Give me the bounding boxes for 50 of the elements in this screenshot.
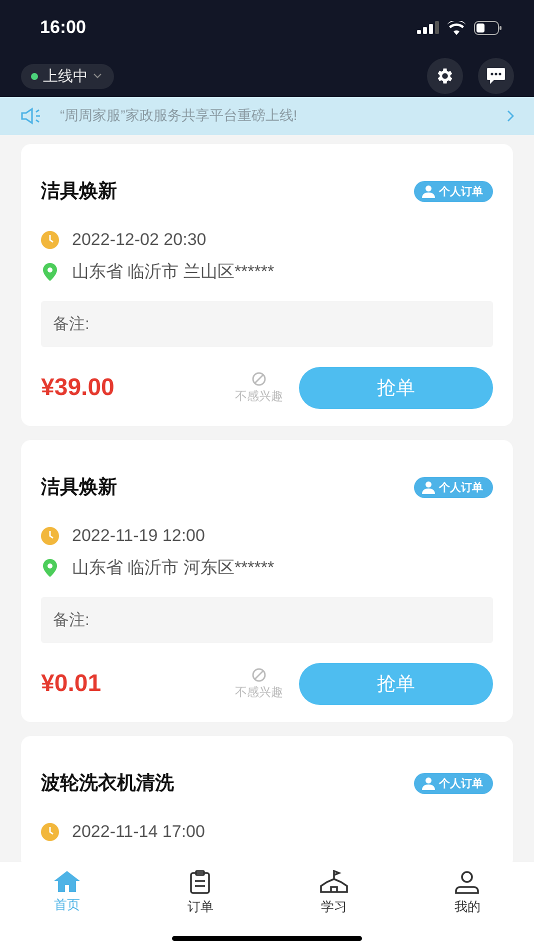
tab-bar-item[interactable]: 学习 (294, 870, 374, 916)
not-interested-label[interactable]: 不感兴趣 (235, 684, 283, 700)
wifi-icon (447, 20, 466, 34)
school-icon (318, 870, 349, 894)
announcement-text: “周周家服”家政服务共享平台重磅上线! (60, 107, 298, 125)
home-icon (52, 870, 81, 892)
order-title: 洁具焕新 (41, 180, 117, 204)
battery-icon (474, 20, 502, 34)
person-icon (422, 776, 435, 790)
grab-order-button[interactable]: 抢单 (299, 663, 493, 705)
person-icon (422, 184, 435, 198)
note-label: 备注: (53, 610, 90, 630)
note-label: 备注: (53, 314, 90, 334)
messages-button[interactable] (478, 58, 514, 94)
tag-label: 个人订单 (439, 776, 483, 790)
clipboard-icon (188, 870, 212, 894)
grab-order-button[interactable]: 抢单 (299, 367, 493, 409)
order-title: 洁具焕新 (41, 476, 117, 500)
order-datetime: 2022-12-02 20:30 (72, 230, 206, 250)
clock-icon (41, 527, 59, 545)
tab-bar-item[interactable]: 首页 (26, 870, 107, 916)
announcement-banner[interactable]: “周周家服”家政服务共享平台重磅上线! (0, 97, 534, 135)
settings-icon (435, 66, 455, 86)
order-price: ¥0.01 (41, 670, 102, 698)
order-address: 山东省 临沂市 河东区****** (72, 557, 274, 579)
clock-icon (41, 231, 59, 249)
order-address: 山东省 临沂市 兰山区****** (72, 261, 274, 283)
location-pin-icon (41, 558, 59, 576)
clock-icon (41, 823, 59, 841)
chat-icon (486, 67, 506, 85)
order-datetime: 2022-11-19 12:00 (72, 526, 205, 546)
signal-icon (417, 21, 439, 34)
tag-label: 个人订单 (439, 184, 483, 198)
order-datetime: 2022-11-14 17:00 (72, 822, 205, 842)
order-price: ¥39.00 (41, 374, 116, 402)
not-interested-label[interactable]: 不感兴趣 (235, 388, 283, 404)
speaker-icon (20, 107, 42, 125)
status-label: 上线中 (43, 66, 88, 86)
tag-label: 个人订单 (439, 480, 483, 494)
settings-button[interactable] (427, 58, 463, 94)
location-pin-icon (41, 262, 59, 280)
chevron-right-icon (507, 110, 514, 122)
person-icon (422, 480, 435, 494)
online-status-dropdown[interactable]: 上线中 (21, 64, 114, 88)
tab-bar-item[interactable]: 订单 (160, 870, 240, 916)
status-time: 16:00 (40, 17, 86, 38)
chevron-down-icon (93, 73, 102, 79)
tab-bar-item[interactable]: 我的 (427, 870, 508, 916)
order-title: 波轮洗衣机清洗 (41, 772, 174, 796)
person-icon (454, 870, 480, 894)
